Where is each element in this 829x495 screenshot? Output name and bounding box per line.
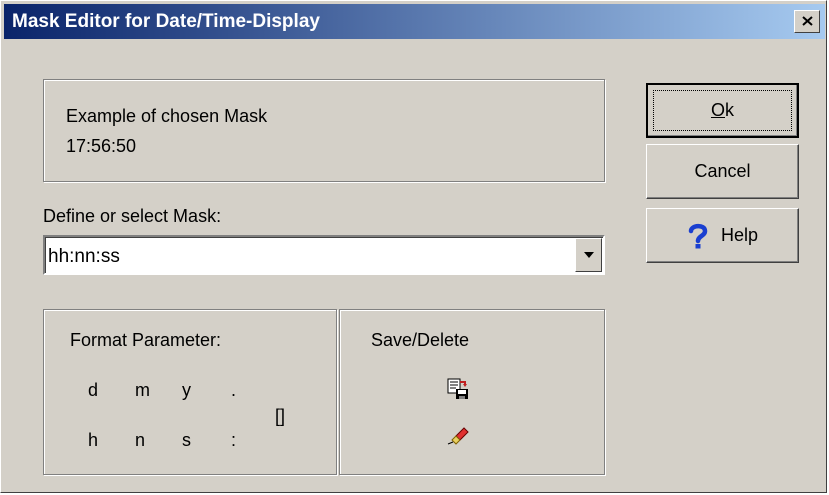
help-button[interactable]: Help <box>646 208 799 263</box>
format-param-year[interactable]: y <box>182 380 191 401</box>
mask-combobox[interactable]: hh:nn:ss <box>43 235 605 275</box>
example-label: Example of chosen Mask <box>66 106 268 126</box>
close-icon <box>802 16 813 26</box>
window-title: Mask Editor for Date/Time-Display <box>12 11 320 32</box>
close-button[interactable] <box>794 10 820 33</box>
focus-rectangle <box>653 90 792 131</box>
define-mask-label: Define or select Mask: <box>43 206 222 226</box>
ok-button[interactable]: Ok <box>646 83 799 138</box>
format-param-second[interactable]: s <box>182 430 191 451</box>
format-parameter-panel: Format Parameter: d m y . h n s : [] <box>43 309 337 475</box>
mask-combobox-value[interactable]: hh:nn:ss <box>48 246 120 268</box>
format-param-brackets[interactable]: [] <box>275 406 285 427</box>
example-panel: Example of chosen Mask 17:56:50 <box>43 79 605 182</box>
delete-mask-icon[interactable] <box>447 423 469 445</box>
format-param-hour[interactable]: h <box>88 430 98 451</box>
mask-editor-dialog: Mask Editor for Date/Time-Display Exampl… <box>0 0 827 493</box>
save-delete-title: Save/Delete <box>371 330 470 350</box>
format-parameter-title: Format Parameter: <box>70 330 222 350</box>
title-bar[interactable]: Mask Editor for Date/Time-Display <box>4 4 825 39</box>
cancel-button-label: Cancel <box>694 161 751 181</box>
cancel-button[interactable]: Cancel <box>646 144 799 199</box>
example-value: 17:56:50 <box>66 136 137 156</box>
format-param-minute[interactable]: n <box>135 430 145 451</box>
combobox-dropdown-button[interactable] <box>575 238 602 272</box>
save-mask-icon[interactable] <box>447 378 469 400</box>
format-param-month[interactable]: m <box>135 380 150 401</box>
chevron-down-icon <box>584 252 594 258</box>
format-param-day[interactable]: d <box>88 380 98 401</box>
format-param-dot[interactable]: . <box>231 380 236 401</box>
format-param-colon[interactable]: : <box>231 430 236 451</box>
save-delete-panel: Save/Delete <box>339 309 605 475</box>
help-button-label: Help <box>720 225 759 245</box>
help-question-icon <box>688 223 708 248</box>
